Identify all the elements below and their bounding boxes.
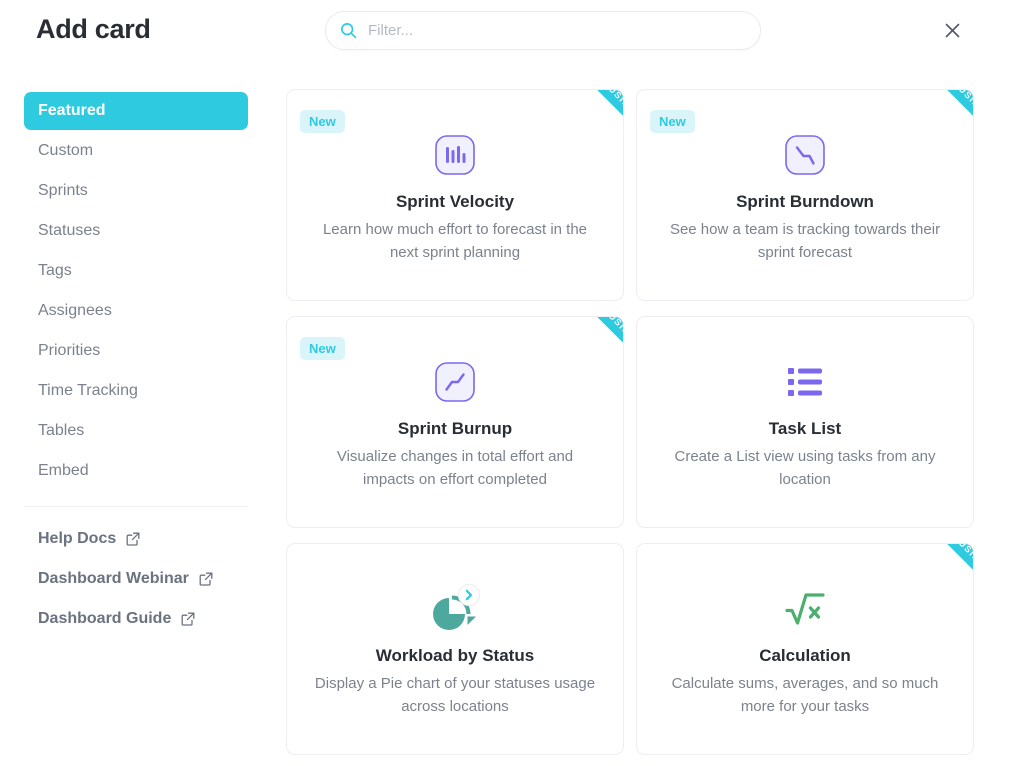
card-grid: New BUSINESS Sprint Velocity Learn how m… <box>286 89 976 755</box>
card-task-list[interactable]: Task List Create a List view using tasks… <box>636 316 974 528</box>
sidebar-item-time-tracking[interactable]: Time Tracking <box>24 372 248 410</box>
search-input[interactable] <box>368 22 746 39</box>
sidebar-item-tables[interactable]: Tables <box>24 412 248 450</box>
sidebar-link-dashboard-guide[interactable]: Dashboard Guide <box>24 599 248 639</box>
sidebar-item-statuses[interactable]: Statuses <box>24 212 248 250</box>
sidebar-nav: Featured Custom Sprints Statuses Tags As… <box>0 92 272 490</box>
business-ribbon-label: BUSINESS <box>951 544 973 580</box>
card-title: Sprint Velocity <box>395 192 515 211</box>
sidebar-item-priorities[interactable]: Priorities <box>24 332 248 370</box>
pie-chart-icon <box>425 584 485 630</box>
card-title: Sprint Burndown <box>736 192 874 211</box>
add-card-modal: Add card Featured Custom Sprin <box>0 0 1024 766</box>
sidebar-item-embed[interactable]: Embed <box>24 452 248 490</box>
business-ribbon-label: BUSINESS <box>601 317 623 353</box>
new-badge: New <box>300 110 345 133</box>
list-icon <box>786 361 824 403</box>
external-link-icon <box>199 572 213 586</box>
burndown-line-icon <box>785 134 825 176</box>
business-ribbon: BUSINESS <box>895 544 973 622</box>
sidebar-link-label: Dashboard Guide <box>38 610 172 627</box>
card-calculation[interactable]: BUSINESS Calculation Calculate sums, ave… <box>636 543 974 755</box>
card-sprint-burnup[interactable]: New BUSINESS Sprint Burnup Visualize cha… <box>286 316 624 528</box>
card-description: Display a Pie chart of your statuses usa… <box>314 675 596 715</box>
card-workload-by-status[interactable]: Workload by Status Display a Pie chart o… <box>286 543 624 755</box>
search-icon <box>340 22 357 39</box>
new-badge: New <box>300 337 345 360</box>
sidebar-item-assignees[interactable]: Assignees <box>24 292 248 330</box>
business-ribbon-label: BUSINESS <box>951 90 973 126</box>
card-description: See how a team is tracking towards their… <box>669 221 941 261</box>
sidebar-link-label: Dashboard Webinar <box>38 570 189 587</box>
card-sprint-velocity[interactable]: New BUSINESS Sprint Velocity Learn how m… <box>286 89 624 301</box>
card-sprint-burndown[interactable]: New BUSINESS Sprint Burndown See how a t… <box>636 89 974 301</box>
sidebar-item-tags[interactable]: Tags <box>24 252 248 290</box>
card-description: Visualize changes in total effort and im… <box>336 448 574 488</box>
business-ribbon: BUSINESS <box>545 90 623 168</box>
filter-search-box[interactable] <box>325 11 761 50</box>
modal-header: Add card <box>0 0 1024 62</box>
close-icon <box>945 23 960 38</box>
business-ribbon: BUSINESS <box>895 90 973 168</box>
sidebar-link-label: Help Docs <box>38 530 117 547</box>
business-ribbon-label: BUSINESS <box>601 90 623 126</box>
sidebar-item-sprints[interactable]: Sprints <box>24 172 248 210</box>
bar-chart-icon <box>435 134 475 176</box>
card-title: Sprint Burnup <box>397 419 513 438</box>
sidebar-item-featured[interactable]: Featured <box>24 92 248 130</box>
card-description: Learn how much effort to forecast in the… <box>322 221 588 261</box>
page-title: Add card <box>36 14 151 44</box>
square-root-icon <box>785 588 825 630</box>
sidebar-link-dashboard-webinar[interactable]: Dashboard Webinar <box>24 559 248 599</box>
sidebar-item-custom[interactable]: Custom <box>24 132 248 170</box>
close-button[interactable] <box>938 16 966 44</box>
business-ribbon: BUSINESS <box>545 317 623 395</box>
external-link-icon <box>181 612 195 626</box>
card-description: Create a List view using tasks from any … <box>674 448 936 488</box>
sidebar: Featured Custom Sprints Statuses Tags As… <box>0 62 272 766</box>
external-link-icon <box>126 532 140 546</box>
card-description: Calculate sums, averages, and so much mo… <box>671 675 939 715</box>
card-title: Calculation <box>759 646 851 665</box>
sidebar-link-help-docs[interactable]: Help Docs <box>24 519 248 559</box>
card-title: Workload by Status <box>375 646 535 665</box>
card-title: Task List <box>768 419 842 438</box>
burnup-line-icon <box>435 361 475 403</box>
new-badge: New <box>650 110 695 133</box>
sidebar-divider <box>24 506 248 507</box>
